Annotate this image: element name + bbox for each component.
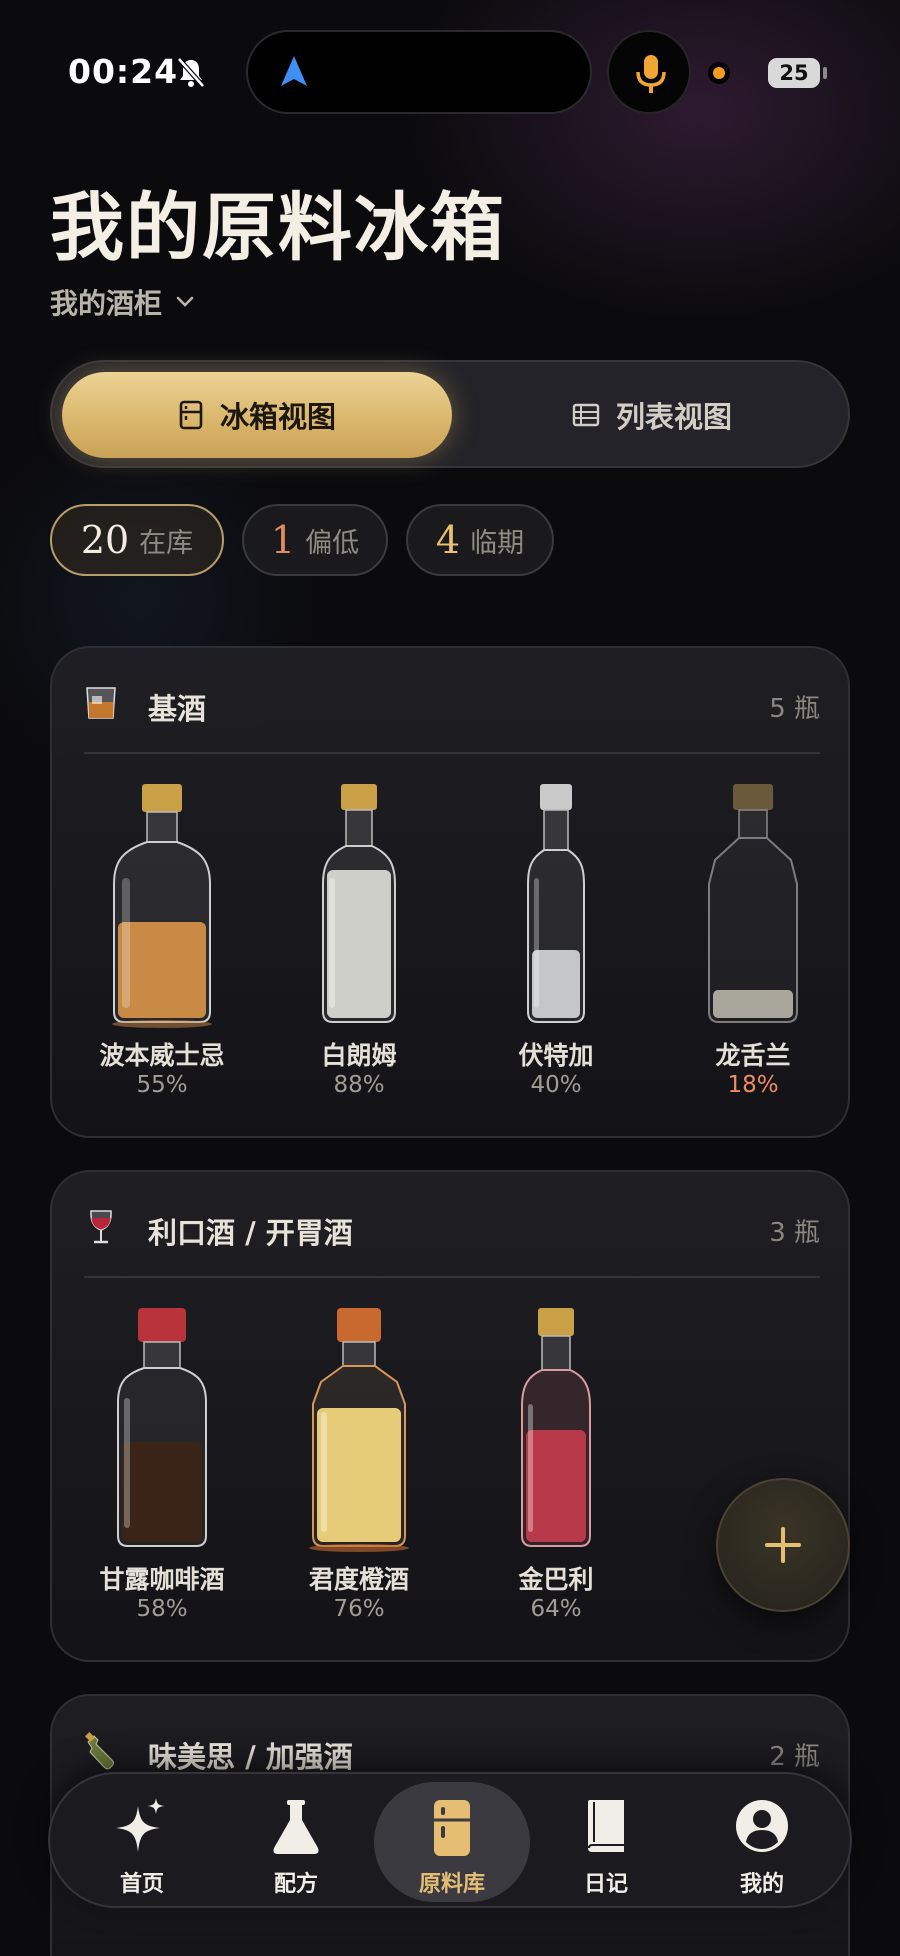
expiring-filter-chip[interactable]: 4 临期 bbox=[406, 504, 554, 576]
tab-bar: 首页 配方 原料库 日记 我的 bbox=[48, 1772, 852, 1908]
section-title: 味美思 / 加强酒 bbox=[148, 1740, 353, 1774]
section-count: 5 瓶 bbox=[769, 694, 820, 724]
tab-recipes[interactable]: 配方 bbox=[218, 1782, 374, 1902]
fridge-view-icon bbox=[179, 400, 203, 430]
bell-muted-icon bbox=[177, 57, 205, 88]
plus-icon bbox=[765, 1527, 801, 1563]
add-ingredient-button[interactable] bbox=[716, 1478, 850, 1612]
section-divider bbox=[84, 752, 820, 754]
bottle-name: 甘露咖啡酒 bbox=[99, 1565, 225, 1594]
expiring-count: 4 bbox=[435, 518, 461, 562]
cabinet-selector[interactable]: 我的酒柜 bbox=[50, 282, 196, 322]
tab-label: 首页 bbox=[119, 1872, 164, 1897]
status-bar: 00:24 25 bbox=[0, 0, 900, 140]
bottle-item-cointreau[interactable]: 君度橙酒 76% bbox=[261, 1308, 457, 1648]
bottle-item-white-rum[interactable]: 白朗姆 88% bbox=[261, 784, 457, 1124]
tab-diary[interactable]: 日记 bbox=[528, 1782, 684, 1902]
low-filter-chip[interactable]: 1 偏低 bbox=[242, 504, 388, 576]
bottle-graphic bbox=[309, 1308, 409, 1552]
bottle-name: 伏特加 bbox=[518, 1041, 594, 1070]
section-base-spirits: 基酒 5 瓶 波本威士忌 55% 白朗姆 88% 伏特加 40% 龙舌兰 18% bbox=[50, 646, 850, 1138]
fridge-view-tab[interactable]: 冰箱视图 bbox=[62, 372, 452, 458]
tab-ingredients[interactable]: 原料库 bbox=[374, 1782, 530, 1902]
bottle-level: 58% bbox=[136, 1596, 188, 1622]
expiring-label: 临期 bbox=[470, 527, 525, 559]
bottle-name: 君度橙酒 bbox=[308, 1565, 409, 1594]
bottle-item-vodka[interactable]: 伏特加 40% bbox=[458, 784, 654, 1124]
section-count: 3 瓶 bbox=[769, 1218, 820, 1248]
flask-icon bbox=[273, 1800, 319, 1854]
section-divider bbox=[84, 1276, 820, 1278]
section-count: 2 瓶 bbox=[769, 1742, 820, 1772]
bottle-name: 波本威士忌 bbox=[99, 1041, 225, 1070]
bottle-item-campari[interactable]: 金巴利 64% bbox=[458, 1308, 654, 1648]
battery-tip bbox=[823, 67, 827, 79]
sparkle-icon bbox=[116, 1798, 164, 1852]
bottle-level: 40% bbox=[530, 1072, 582, 1098]
bottle-name: 金巴利 bbox=[518, 1565, 594, 1594]
view-toggle: 冰箱视图 列表视图 bbox=[50, 360, 850, 468]
bottle-graphic bbox=[117, 1308, 207, 1547]
battery-indicator: 25 bbox=[768, 58, 820, 88]
bottle-graphic bbox=[112, 784, 212, 1028]
page-title: 我的原料冰箱 bbox=[50, 185, 506, 271]
bottle-level: 76% bbox=[333, 1596, 385, 1622]
fridge-view-label: 冰箱视图 bbox=[219, 400, 336, 434]
in-stock-filter-chip[interactable]: 20 在库 bbox=[50, 504, 224, 576]
chevron-down-icon bbox=[176, 296, 194, 307]
list-view-icon bbox=[572, 403, 600, 427]
section-title: 利口酒 / 开胃酒 bbox=[148, 1216, 353, 1250]
tab-label: 原料库 bbox=[418, 1872, 485, 1897]
list-view-label: 列表视图 bbox=[615, 400, 732, 434]
section-liqueurs: 利口酒 / 开胃酒 3 瓶 甘露咖啡酒 58% 君度橙酒 76% 金巴利 64% bbox=[50, 1170, 850, 1662]
low-count: 1 bbox=[270, 518, 296, 562]
cabinet-name: 我的酒柜 bbox=[50, 287, 163, 320]
bottle-item-bourbon[interactable]: 波本威士忌 55% bbox=[64, 784, 260, 1124]
bottle-level: 18% bbox=[727, 1072, 779, 1098]
tab-label: 我的 bbox=[739, 1872, 784, 1897]
book-icon bbox=[588, 1800, 624, 1852]
tab-label: 配方 bbox=[273, 1872, 318, 1897]
bottle-graphic bbox=[322, 784, 396, 1023]
low-label: 偏低 bbox=[305, 527, 360, 559]
navigation-arrow-icon bbox=[281, 56, 307, 86]
section-title: 基酒 bbox=[148, 692, 207, 726]
dynamic-island bbox=[246, 30, 592, 114]
privacy-indicator bbox=[708, 62, 730, 84]
microphone-indicator bbox=[607, 30, 691, 114]
bottle-graphic bbox=[521, 1308, 591, 1547]
bottle-name: 白朗姆 bbox=[321, 1041, 397, 1070]
bottle-graphic bbox=[708, 784, 798, 1023]
whisky-glass-icon bbox=[86, 687, 116, 719]
list-view-tab[interactable]: 列表视图 bbox=[462, 372, 842, 458]
bottle-icon bbox=[85, 1732, 114, 1770]
bottle-name: 龙舌兰 bbox=[715, 1041, 791, 1070]
fridge-icon bbox=[434, 1800, 470, 1856]
section-header[interactable]: 利口酒 / 开胃酒 3 瓶 bbox=[52, 1172, 852, 1280]
tab-label: 日记 bbox=[583, 1872, 628, 1897]
bottle-item-tequila[interactable]: 龙舌兰 18% bbox=[655, 784, 851, 1124]
section-header[interactable]: 基酒 5 瓶 bbox=[52, 648, 852, 756]
bottle-graphic bbox=[527, 784, 585, 1023]
wine-glass-icon bbox=[90, 1210, 112, 1244]
status-time: 00:24 bbox=[68, 52, 179, 91]
tab-profile[interactable]: 我的 bbox=[684, 1782, 840, 1902]
microphone-icon bbox=[636, 55, 666, 93]
bottle-level: 55% bbox=[136, 1072, 188, 1098]
in-stock-count: 20 bbox=[80, 518, 130, 562]
bottle-level: 88% bbox=[333, 1072, 385, 1098]
bottle-item-kahlua[interactable]: 甘露咖啡酒 58% bbox=[64, 1308, 260, 1648]
profile-icon bbox=[736, 1800, 788, 1852]
bottle-level: 64% bbox=[530, 1596, 582, 1622]
in-stock-label: 在库 bbox=[139, 527, 194, 559]
tab-home[interactable]: 首页 bbox=[64, 1782, 220, 1902]
